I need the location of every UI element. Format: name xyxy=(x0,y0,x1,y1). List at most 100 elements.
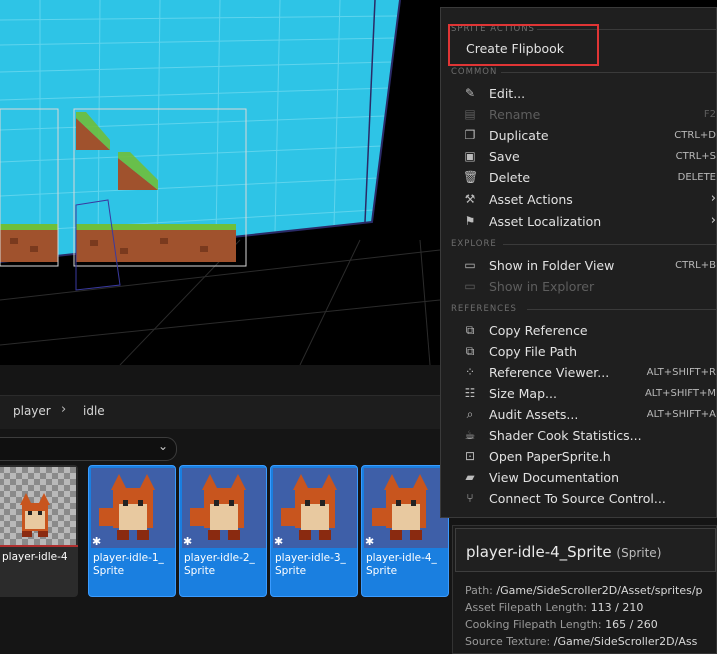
menu-item-asset-localization[interactable]: ⚑ Asset Localization › xyxy=(441,212,717,233)
menu-item-show-in-explorer[interactable]: ▭ Show in Explorer xyxy=(441,277,717,298)
chevron-right-icon: › xyxy=(61,402,67,417)
menu-item-audit-assets[interactable]: ⌕ Audit Assets... ALT+SHIFT+A xyxy=(441,405,717,426)
asset-label: player-idle-1_ Sprite xyxy=(93,552,164,577)
fox-sprite-image xyxy=(20,493,50,537)
audit-search-icon: ⌕ xyxy=(466,407,474,421)
menu-item-connect-source-control[interactable]: ⑂ Connect To Source Control... xyxy=(441,489,717,510)
menu-item-open-papersprite[interactable]: ⊡ Open PaperSprite.h xyxy=(441,447,717,468)
duplicate-icon: ❐ xyxy=(464,128,476,142)
menu-item-shader-cook-statistics[interactable]: ☕ Shader Cook Statistics... xyxy=(441,426,717,447)
menu-item-duplicate[interactable]: ❐ Duplicate CTRL+D xyxy=(441,126,717,147)
menu-item-label: Connect To Source Control... xyxy=(489,491,666,506)
path-label: Path: xyxy=(465,584,493,597)
asset-label: player-idle-4_ Sprite xyxy=(366,552,437,577)
menu-item-label: Show in Folder View xyxy=(489,258,615,273)
section-references: REFERENCES xyxy=(451,304,517,314)
asset-type-bar xyxy=(0,545,78,547)
menu-item-delete[interactable]: 🗑 Delete DELETE xyxy=(441,168,717,189)
section-divider xyxy=(501,72,717,73)
asset-label: player-idle-3_ Sprite xyxy=(275,552,346,577)
shortcut-label: CTRL+D xyxy=(674,130,716,141)
shortcut-label: CTRL+B xyxy=(675,260,716,271)
breadcrumb-item-idle[interactable]: idle xyxy=(83,404,105,418)
menu-item-label: Copy Reference xyxy=(489,323,588,338)
cooking-filepath-value: 165 / 260 xyxy=(605,618,658,631)
asset-type: (Sprite) xyxy=(616,546,662,560)
folder-icon: ▭ xyxy=(464,279,476,293)
reference-viewer-icon: ⁘ xyxy=(464,365,476,379)
cooking-filepath-label: Cooking Filepath Length: xyxy=(465,618,602,631)
chevron-right-icon: › xyxy=(710,213,716,228)
asset-name: player-idle-4_Sprite (Sprite) xyxy=(466,543,661,561)
shortcut-label: ALT+SHIFT+R xyxy=(646,367,716,378)
menu-item-label: Asset Localization xyxy=(489,214,602,229)
save-icon: ▣ xyxy=(464,149,476,163)
sprite-thumbnail xyxy=(364,468,448,548)
section-divider xyxy=(527,309,717,310)
highlight-annotation-box xyxy=(448,24,599,66)
menu-item-label: Duplicate xyxy=(489,128,549,143)
menu-item-copy-file-path[interactable]: ⧉ Copy File Path xyxy=(441,342,717,363)
menu-item-label: Edit... xyxy=(489,86,526,101)
fox-sprite-image xyxy=(190,474,246,540)
menu-item-label: Audit Assets... xyxy=(489,407,579,422)
source-control-icon: ⑂ xyxy=(466,491,474,505)
asset-tile[interactable]: player-idle-4 xyxy=(0,465,78,597)
menu-item-copy-reference[interactable]: ⧉ Copy Reference xyxy=(441,321,717,342)
asset-tile[interactable]: ✱ player-idle-2_ Sprite xyxy=(179,465,267,597)
pencil-icon: ✎ xyxy=(464,86,476,100)
path-row: Path: /Game/SideScroller2D/Asset/sprites… xyxy=(465,584,703,597)
menu-item-label: Reference Viewer... xyxy=(489,365,610,380)
menu-item-show-in-folder-view[interactable]: ▭ Show in Folder View CTRL+B xyxy=(441,256,717,277)
unsaved-star-icon: ✱ xyxy=(183,535,193,548)
section-divider xyxy=(503,244,717,245)
menu-item-label: Delete xyxy=(489,170,531,185)
fox-sprite-image xyxy=(99,474,155,540)
book-icon: ▰ xyxy=(465,470,475,484)
asset-filepath-value: 113 / 210 xyxy=(590,601,644,614)
unsaved-star-icon: ✱ xyxy=(92,535,102,548)
flag-icon: ⚑ xyxy=(464,214,476,228)
breadcrumb-item-player[interactable]: player xyxy=(13,404,51,418)
filter-dropdown[interactable]: ⌄ xyxy=(0,437,177,461)
asset-name-text: player-idle-4_Sprite xyxy=(466,543,612,561)
menu-item-edit[interactable]: ✎ Edit... xyxy=(441,84,717,105)
fox-sprite-image xyxy=(372,474,428,540)
trash-icon: 🗑 xyxy=(463,170,479,184)
cooking-filepath-row: Cooking Filepath Length: 165 / 260 xyxy=(465,618,658,631)
menu-item-label: Show in Explorer xyxy=(489,279,595,294)
menu-item-save[interactable]: ▣ Save CTRL+S xyxy=(441,147,717,168)
context-menu: SPRITE ACTIONS Create Flipbook COMMON ✎ … xyxy=(440,7,717,518)
menu-item-label: Rename xyxy=(489,107,541,122)
fox-sprite-image xyxy=(281,474,337,540)
asset-tile[interactable]: ✱ player-idle-1_ Sprite xyxy=(88,465,176,597)
menu-item-reference-viewer[interactable]: ⁘ Reference Viewer... ALT+SHIFT+R xyxy=(441,363,717,384)
unsaved-star-icon: ✱ xyxy=(274,535,284,548)
menu-item-view-documentation[interactable]: ▰ View Documentation xyxy=(441,468,717,489)
asset-tile[interactable]: ✱ player-idle-4_ Sprite xyxy=(361,465,449,597)
section-explore: EXPLORE xyxy=(451,239,497,249)
copy-icon: ⧉ xyxy=(465,344,475,358)
path-value: /Game/SideScroller2D/Asset/sprites/p xyxy=(496,584,703,597)
asset-filepath-label: Asset Filepath Length: xyxy=(465,601,588,614)
menu-item-label: Open PaperSprite.h xyxy=(489,449,611,464)
menu-item-label: Copy File Path xyxy=(489,344,578,359)
asset-tile[interactable]: ✱ player-idle-3_ Sprite xyxy=(270,465,358,597)
shortcut-label: ALT+SHIFT+M xyxy=(644,388,716,399)
shortcut-label: F2 xyxy=(703,109,716,120)
chevron-down-icon: ⌄ xyxy=(157,439,168,453)
source-texture-label: Source Texture: xyxy=(465,635,551,648)
rename-icon: ▤ xyxy=(464,107,476,121)
source-texture-row: Source Texture: /Game/SideScroller2D/Ass xyxy=(465,635,697,648)
sprite-thumbnail xyxy=(91,468,175,548)
asset-label: player-idle-4 xyxy=(2,551,68,563)
menu-item-rename[interactable]: ▤ Rename F2 xyxy=(441,105,717,126)
size-map-icon: ☷ xyxy=(464,386,476,400)
menu-item-size-map[interactable]: ☷ Size Map... ALT+SHIFT+M xyxy=(441,384,717,405)
asset-details-panel: player-idle-4_Sprite (Sprite) Path: /Gam… xyxy=(452,525,717,654)
folder-search-icon: ▭ xyxy=(464,258,476,272)
wrench-icon: ⚒ xyxy=(464,192,476,206)
shortcut-label: CTRL+S xyxy=(675,151,716,162)
copy-icon: ⧉ xyxy=(465,323,475,337)
menu-item-asset-actions[interactable]: ⚒ Asset Actions › xyxy=(441,190,717,211)
